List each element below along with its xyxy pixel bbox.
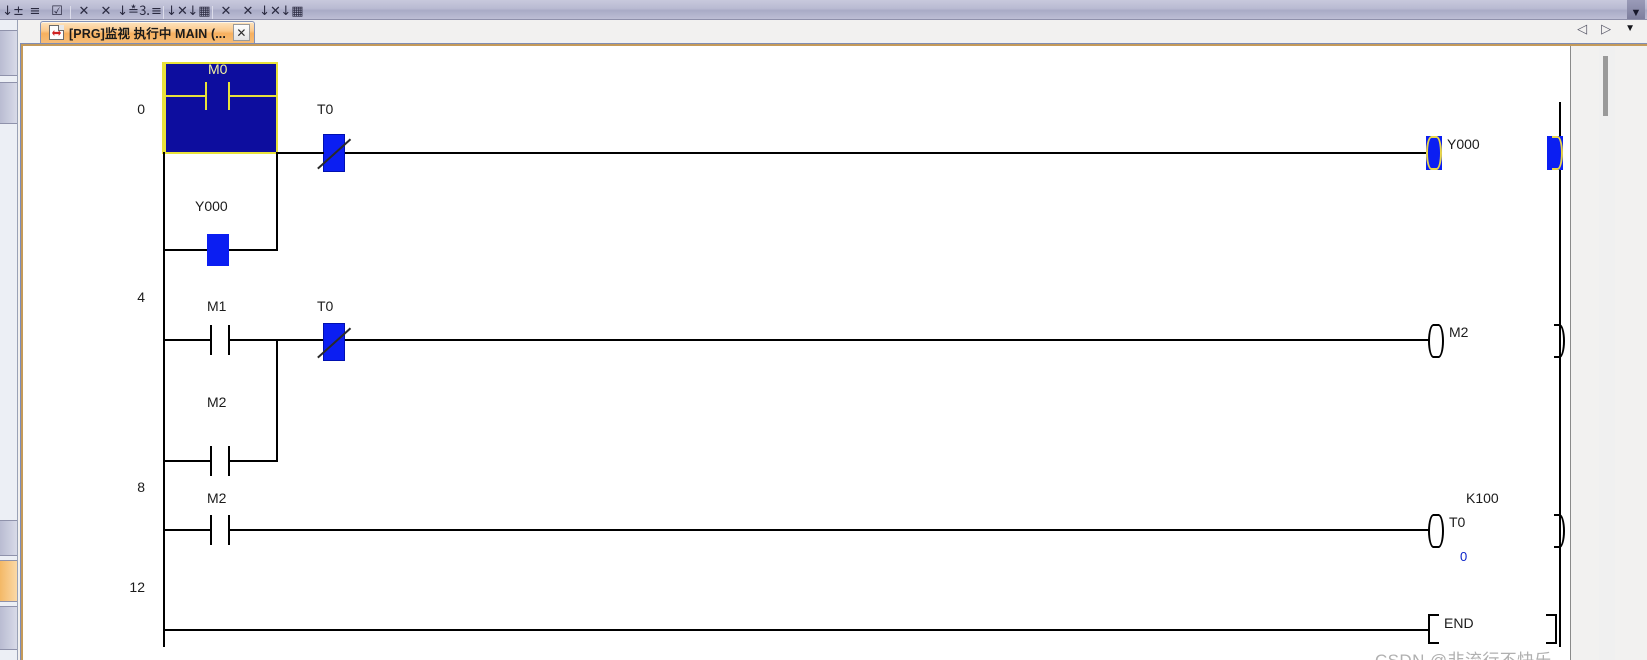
toolbar: ↓± ≡ ☑ ✕ ✕ ↓≛ ⒊≡ ↓✕ ↓▦ ✕ ✕ ↓✕ ↓▦ ▼ <box>0 0 1647 20</box>
toolbar-x-mark2-icon[interactable]: ✕ <box>237 0 259 19</box>
toolbar-device-test-icon[interactable]: ☑ <box>46 0 68 19</box>
tab-main-program[interactable]: [PRG]监视 执行中 MAIN (... ✕ <box>29 21 255 44</box>
left-dock-segment-active[interactable] <box>0 560 17 602</box>
ladder-canvas[interactable]: 0 M0 T0 Y000 Y000 4 M1 T0 M2 M2 8 M2 K10… <box>23 46 1570 660</box>
editor-right-gutter <box>1570 46 1647 660</box>
toolbar-cut-x-icon[interactable]: ✕ <box>73 0 95 19</box>
instruction-end: END <box>1444 615 1474 631</box>
contact-label-m0: M0 <box>208 61 228 77</box>
rung0-wire-a <box>278 152 324 154</box>
left-dock-segment[interactable] <box>0 82 17 124</box>
toolbar-delete-x-icon[interactable]: ✕ <box>95 0 117 19</box>
left-dock-segment[interactable] <box>0 520 17 556</box>
tab-prev-icon[interactable]: ◁ <box>1577 22 1587 35</box>
contact-m0-wire-out <box>230 95 277 97</box>
rung4-branch-right-vertical <box>276 339 278 462</box>
contact-label-m1: M1 <box>207 298 227 314</box>
rung0-branch-left-vertical <box>163 152 165 251</box>
toolbar-x-mark-icon[interactable]: ✕ <box>215 0 237 19</box>
toolbar-down-grid-icon[interactable]: ↓▦ <box>188 0 210 19</box>
watermark: CSDN @非流行不快乐 <box>1375 646 1552 660</box>
contact-m2-branch[interactable] <box>203 446 237 476</box>
plc-ladder-editor-window: ↓± ≡ ☑ ✕ ✕ ↓≛ ⒊≡ ↓✕ ↓▦ ✕ ✕ ↓✕ ↓▦ ▼ [PRG]… <box>0 0 1647 660</box>
contact-label-m2-rung8: M2 <box>207 490 227 506</box>
rung0-right-terminator <box>1547 136 1563 170</box>
rung8-right-terminator <box>1549 514 1565 548</box>
timer-preset-label: K100 <box>1466 490 1499 506</box>
toolbar-down-x-icon[interactable]: ↓✕ <box>166 0 188 19</box>
coil-m2[interactable] <box>1428 324 1444 358</box>
coil-label-t0: T0 <box>1449 514 1466 530</box>
rung0-wire-b <box>345 152 1427 154</box>
right-power-rail <box>1559 102 1561 647</box>
toolbar-monitor-write-icon[interactable]: ↓± <box>2 0 24 19</box>
coil-label-m2: M2 <box>1449 324 1469 340</box>
tab-label: [PRG]监视 执行中 MAIN (... <box>69 27 226 41</box>
left-dock-segment[interactable] <box>0 30 17 76</box>
left-dock-segment[interactable] <box>0 606 17 650</box>
step-number: 12 <box>129 579 145 595</box>
toolbar-down-x2-icon[interactable]: ↓✕ <box>259 0 281 19</box>
tab-next-icon[interactable]: ▷ <box>1601 22 1611 35</box>
rung4-right-terminator <box>1549 324 1565 358</box>
toolbar-list-num-icon[interactable]: ⒊≡ <box>139 0 161 19</box>
contact-label-t0-rung0: T0 <box>317 101 334 117</box>
selection-edge <box>164 64 166 152</box>
rung8-wire-b <box>230 529 1430 531</box>
vertical-scrollbar-thumb[interactable] <box>1603 56 1608 116</box>
coil-label-y000: Y000 <box>1447 136 1480 152</box>
close-icon[interactable]: ✕ <box>232 24 250 41</box>
rung0-branch-right-vertical <box>276 152 278 251</box>
tab-navigation: ◁ ▷ ▼ <box>1577 22 1635 35</box>
contact-m0-wire-in <box>164 95 205 97</box>
rung8-wire-a <box>163 529 210 531</box>
contact-label-y000-branch: Y000 <box>195 198 228 214</box>
coil-y000[interactable] <box>1426 136 1442 170</box>
vertical-scrollbar-track[interactable] <box>1599 46 1615 660</box>
contact-m0-bar-left <box>205 82 207 110</box>
rung4-branch-wire-b <box>230 460 277 462</box>
timer-current-value: 0 <box>1460 549 1468 564</box>
editor-tab-strip: [PRG]监视 执行中 MAIN (... ✕ ◁ ▷ ▼ <box>18 20 1647 44</box>
toolbar-down-grid2-icon[interactable]: ↓▦ <box>281 0 303 19</box>
ladder-editor-frame: 0 M0 T0 Y000 Y000 4 M1 T0 M2 M2 8 M2 K10… <box>20 43 1647 660</box>
toolbar-list-icon[interactable]: ≡ <box>24 0 46 19</box>
end-bracket-right <box>1546 614 1557 644</box>
rung4-wire-a <box>163 339 210 341</box>
toolbar-insert-row-icon[interactable]: ↓≛ <box>117 0 139 19</box>
step-number: 8 <box>137 479 145 495</box>
contact-label-m2-branch: M2 <box>207 394 227 410</box>
contact-t0-nc-rung0[interactable] <box>323 134 345 172</box>
coil-t0-timer[interactable] <box>1428 514 1444 548</box>
contact-y000-branch[interactable] <box>207 234 229 266</box>
contact-label-t0-rung4: T0 <box>317 298 334 314</box>
rung4-wire-c <box>345 339 1429 341</box>
rung4-branch-left-vertical <box>163 339 165 462</box>
left-docked-panel[interactable] <box>0 20 18 660</box>
end-bracket-left <box>1428 614 1439 644</box>
contact-t0-nc-rung4[interactable] <box>323 323 345 361</box>
step-number: 4 <box>137 289 145 305</box>
toolbar-overflow-icon[interactable]: ▼ <box>1627 0 1645 19</box>
program-file-icon <box>49 25 64 40</box>
tab-list-icon[interactable]: ▼ <box>1625 23 1635 34</box>
step-number: 0 <box>137 101 145 117</box>
rung12-wire <box>163 629 1428 631</box>
